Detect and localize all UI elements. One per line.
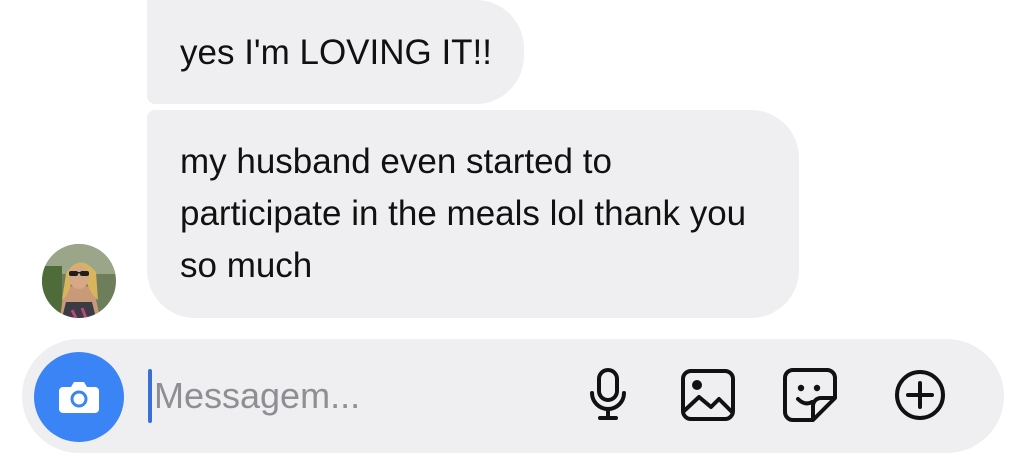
gallery-icon [681, 369, 735, 421]
microphone-button[interactable] [578, 365, 638, 425]
message-input[interactable] [154, 369, 534, 423]
sticker-icon [783, 368, 837, 422]
microphone-icon [590, 368, 626, 420]
chat-screen: yes I'm LOVING IT!! my husband even star… [0, 0, 1024, 474]
text-cursor [148, 369, 152, 423]
avatar[interactable] [42, 244, 116, 318]
message-bubble-incoming[interactable]: my husband even started to participate i… [147, 110, 799, 318]
message-composer [22, 339, 1004, 453]
camera-button[interactable] [34, 352, 124, 442]
avatar-photo [42, 244, 116, 318]
message-bubble-incoming[interactable]: yes I'm LOVING IT!! [147, 0, 525, 104]
gallery-button[interactable] [678, 365, 738, 425]
sticker-button[interactable] [780, 365, 840, 425]
add-button[interactable] [890, 365, 950, 425]
message-text: my husband even started to participate i… [180, 142, 747, 285]
camera-icon [59, 382, 99, 413]
plus-icon [895, 370, 945, 420]
message-text: yes I'm LOVING IT!! [180, 33, 493, 72]
